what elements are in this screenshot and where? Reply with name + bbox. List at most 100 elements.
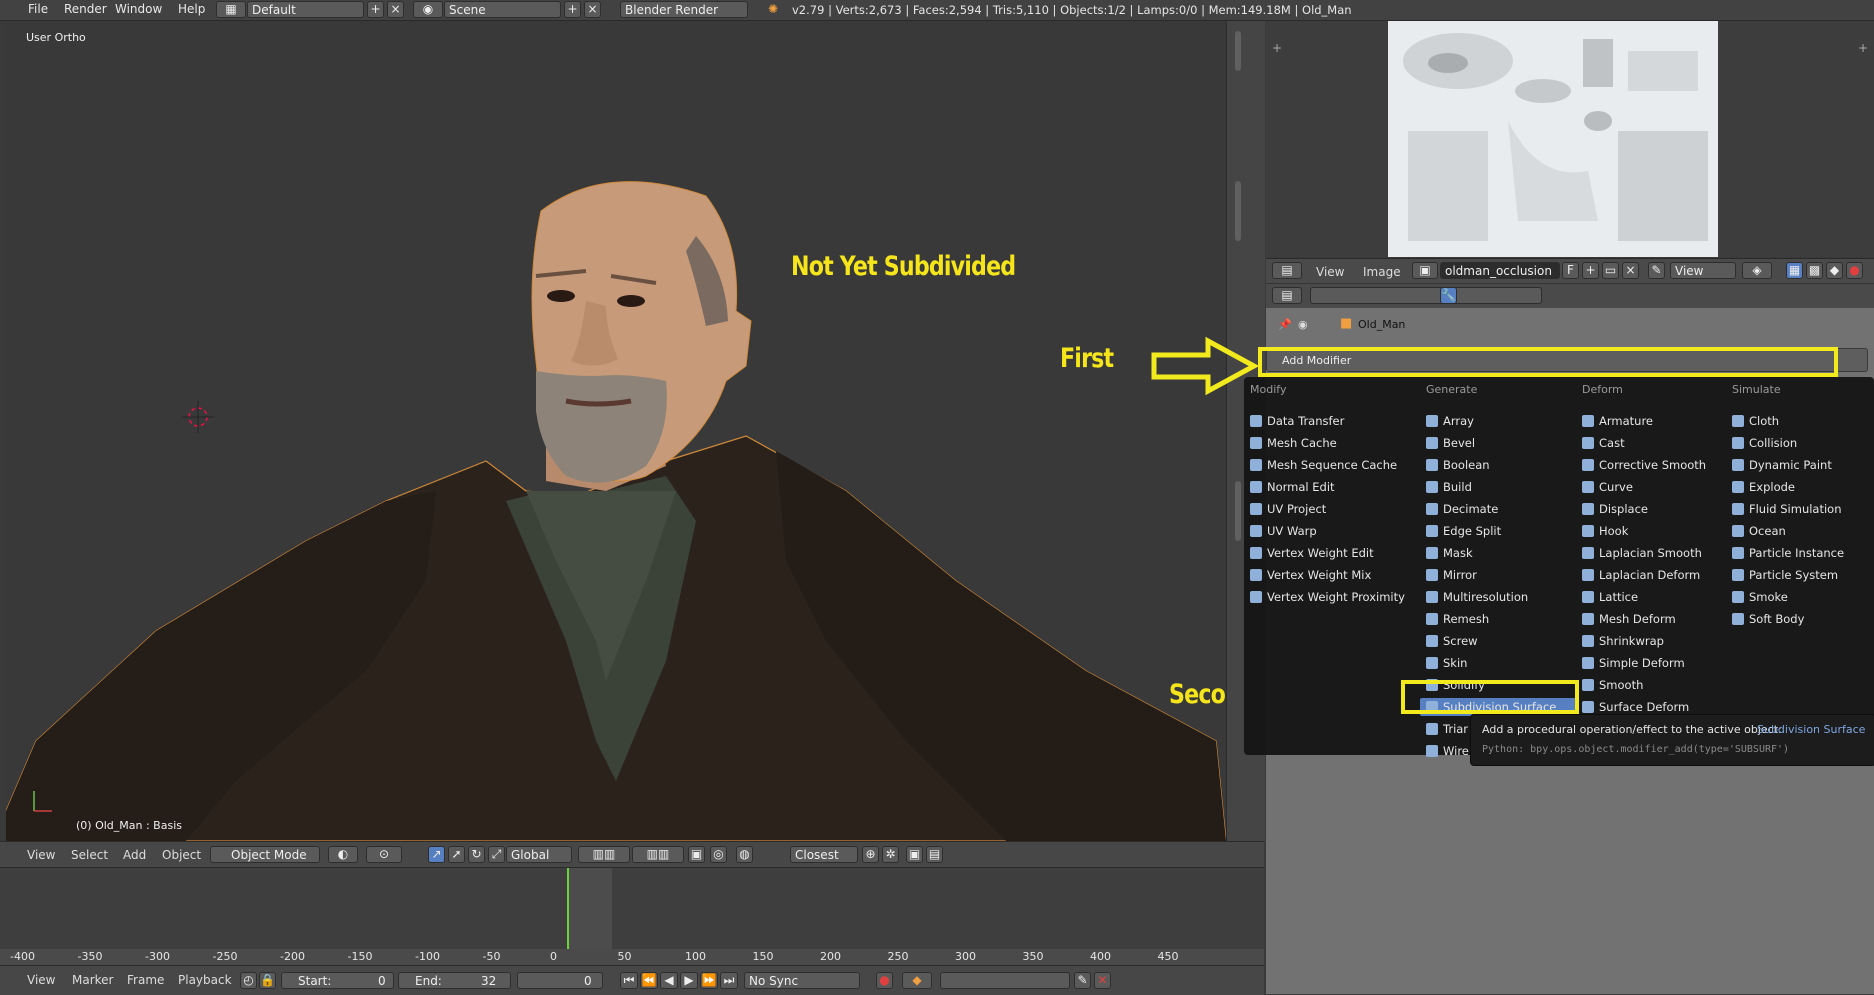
menu-item-simple-deform[interactable]: Simple Deform xyxy=(1582,654,1685,672)
menu-item-smooth[interactable]: Smooth xyxy=(1582,676,1643,694)
menu-item-remesh[interactable]: Remesh xyxy=(1426,610,1489,628)
orientation-dropdown[interactable]: Global xyxy=(506,846,572,863)
fake-user-button[interactable]: F xyxy=(1562,262,1579,279)
next-keyframe-icon[interactable]: ⏩ xyxy=(700,972,718,989)
menu-item-laplacian-smooth[interactable]: Laplacian Smooth xyxy=(1582,544,1702,562)
menu-item-smoke[interactable]: Smoke xyxy=(1732,588,1788,606)
snap-align-icon[interactable]: ⊕ xyxy=(862,846,879,863)
unlink-image-button[interactable]: × xyxy=(1622,262,1639,279)
menu-item-displace[interactable]: Displace xyxy=(1582,500,1648,518)
menu-item-skin[interactable]: Skin xyxy=(1426,654,1467,672)
timeline-menu-view[interactable]: View xyxy=(27,973,55,987)
menu-item-vertex-weight-edit[interactable]: Vertex Weight Edit xyxy=(1250,544,1374,562)
scene-field[interactable]: Scene xyxy=(444,1,561,18)
menu-item-collision[interactable]: Collision xyxy=(1732,434,1797,452)
layout-icon[interactable]: ▦ xyxy=(216,1,246,18)
menu-item-ocean[interactable]: Ocean xyxy=(1732,522,1786,540)
menu-item-mirror[interactable]: Mirror xyxy=(1426,566,1477,584)
render-anim-icon[interactable]: ▤ xyxy=(926,846,943,863)
menu-item-uv-project[interactable]: UV Project xyxy=(1250,500,1326,518)
menu-item-particle-system[interactable]: Particle System xyxy=(1732,566,1838,584)
view-mode-dropdown[interactable]: View xyxy=(1670,262,1736,279)
add-layout-button[interactable]: + xyxy=(367,1,384,18)
open-image-button[interactable]: ▭ xyxy=(1602,262,1619,279)
snap-project-icon[interactable]: ✲ xyxy=(882,846,899,863)
add-scene-button[interactable]: + xyxy=(564,1,581,18)
render-engine-dropdown[interactable]: Blender Render xyxy=(620,1,748,18)
timeline-menu-frame[interactable]: Frame xyxy=(127,973,164,987)
menu-item-cast[interactable]: Cast xyxy=(1582,434,1625,452)
pivot-icon[interactable]: ◈ xyxy=(1742,262,1772,279)
timeline-area[interactable] xyxy=(0,867,1264,952)
proportional-icon[interactable]: ◎ xyxy=(710,846,727,863)
layers-grid[interactable]: ▥▥ xyxy=(578,846,630,863)
lock-range-icon[interactable]: 🔒 xyxy=(259,972,276,989)
menu-item-shrinkwrap[interactable]: Shrinkwrap xyxy=(1582,632,1664,650)
menu-item-armature[interactable]: Armature xyxy=(1582,412,1653,430)
menu-item-uv-warp[interactable]: UV Warp xyxy=(1250,522,1317,540)
remove-scene-button[interactable]: × xyxy=(584,1,601,18)
menu-item-build[interactable]: Build xyxy=(1426,478,1472,496)
properties-tabs[interactable] xyxy=(1310,287,1542,304)
editor-type-icon[interactable]: ▤ xyxy=(1272,287,1302,304)
display-channels-icon[interactable]: ▦ xyxy=(1786,262,1803,279)
menu-item-triar[interactable]: Triar xyxy=(1426,720,1468,738)
image-browse-icon[interactable]: ▣ xyxy=(1412,262,1438,279)
add-region-icon[interactable]: + xyxy=(1272,41,1282,55)
menu-item-mesh-cache[interactable]: Mesh Cache xyxy=(1250,434,1337,452)
menu-window[interactable]: Window xyxy=(115,2,162,16)
add-region-icon[interactable]: + xyxy=(1858,41,1868,55)
menu-file[interactable]: File xyxy=(28,2,48,16)
menu-item-corrective-smooth[interactable]: Corrective Smooth xyxy=(1582,456,1706,474)
manipulator-icon[interactable]: ↗ xyxy=(428,846,445,863)
current-frame-marker[interactable] xyxy=(567,868,569,952)
menu-item-explode[interactable]: Explode xyxy=(1732,478,1795,496)
timeline-menu-playback[interactable]: Playback xyxy=(178,973,232,987)
sync-dropdown[interactable]: No Sync xyxy=(744,972,860,989)
menu-item-lattice[interactable]: Lattice xyxy=(1582,588,1638,606)
pin-image-button[interactable]: ✎ xyxy=(1648,262,1665,279)
jump-end-icon[interactable]: ⏭ xyxy=(720,972,738,989)
layers-grid[interactable]: ▥▥ xyxy=(632,846,684,863)
menu-item-array[interactable]: Array xyxy=(1426,412,1474,430)
editor-type-icon[interactable]: ▤ xyxy=(1272,262,1302,279)
menu-item-wire[interactable]: Wire xyxy=(1426,742,1469,760)
menu-item-vertex-weight-mix[interactable]: Vertex Weight Mix xyxy=(1250,566,1371,584)
scrollbar-handle[interactable] xyxy=(1235,31,1241,71)
menu-item-curve[interactable]: Curve xyxy=(1582,478,1633,496)
view-menu-view[interactable]: View xyxy=(27,848,55,862)
menu-item-mesh-deform[interactable]: Mesh Deform xyxy=(1582,610,1676,628)
menu-render[interactable]: Render xyxy=(64,2,107,16)
menu-item-normal-edit[interactable]: Normal Edit xyxy=(1250,478,1335,496)
menu-item-decimate[interactable]: Decimate xyxy=(1426,500,1498,518)
character-model[interactable] xyxy=(6,21,1226,841)
snap-target-dropdown[interactable]: Closest xyxy=(790,846,858,863)
menu-item-laplacian-deform[interactable]: Laplacian Deform xyxy=(1582,566,1700,584)
display-z-icon[interactable]: ◆ xyxy=(1826,262,1843,279)
scrollbar-handle[interactable] xyxy=(1235,181,1241,241)
auto-keying-icon[interactable]: ● xyxy=(876,972,893,989)
insert-keyframe-icon[interactable]: ✎ xyxy=(1074,972,1091,989)
view-menu-add[interactable]: Add xyxy=(123,848,146,862)
menu-item-edge-split[interactable]: Edge Split xyxy=(1426,522,1501,540)
new-image-button[interactable]: + xyxy=(1582,262,1599,279)
render-image-icon[interactable]: ▣ xyxy=(906,846,923,863)
play-reverse-icon[interactable]: ◀ xyxy=(660,972,678,989)
view-menu-select[interactable]: Select xyxy=(71,848,108,862)
mode-dropdown[interactable]: Object Mode xyxy=(210,846,320,863)
scrollbar-handle[interactable] xyxy=(1235,481,1241,541)
current-frame-field[interactable]: 0 xyxy=(517,972,603,989)
start-frame-field[interactable]: Start: 0 xyxy=(281,972,394,989)
prev-keyframe-icon[interactable]: ⏪ xyxy=(640,972,658,989)
menu-item-dynamic-paint[interactable]: Dynamic Paint xyxy=(1732,456,1832,474)
translate-icon[interactable]: ➚ xyxy=(448,846,465,863)
preview-range-icon[interactable]: ◴ xyxy=(240,972,257,989)
rotate-icon[interactable]: ↻ xyxy=(468,846,485,863)
play-icon[interactable]: ▶ xyxy=(680,972,698,989)
lock-layers-icon[interactable]: ▣ xyxy=(688,846,705,863)
menu-item-data-transfer[interactable]: Data Transfer xyxy=(1250,412,1344,430)
display-alpha-icon[interactable]: ▩ xyxy=(1806,262,1823,279)
menu-item-multiresolution[interactable]: Multiresolution xyxy=(1426,588,1528,606)
menu-help[interactable]: Help xyxy=(178,2,205,16)
remove-layout-button[interactable]: × xyxy=(387,1,404,18)
